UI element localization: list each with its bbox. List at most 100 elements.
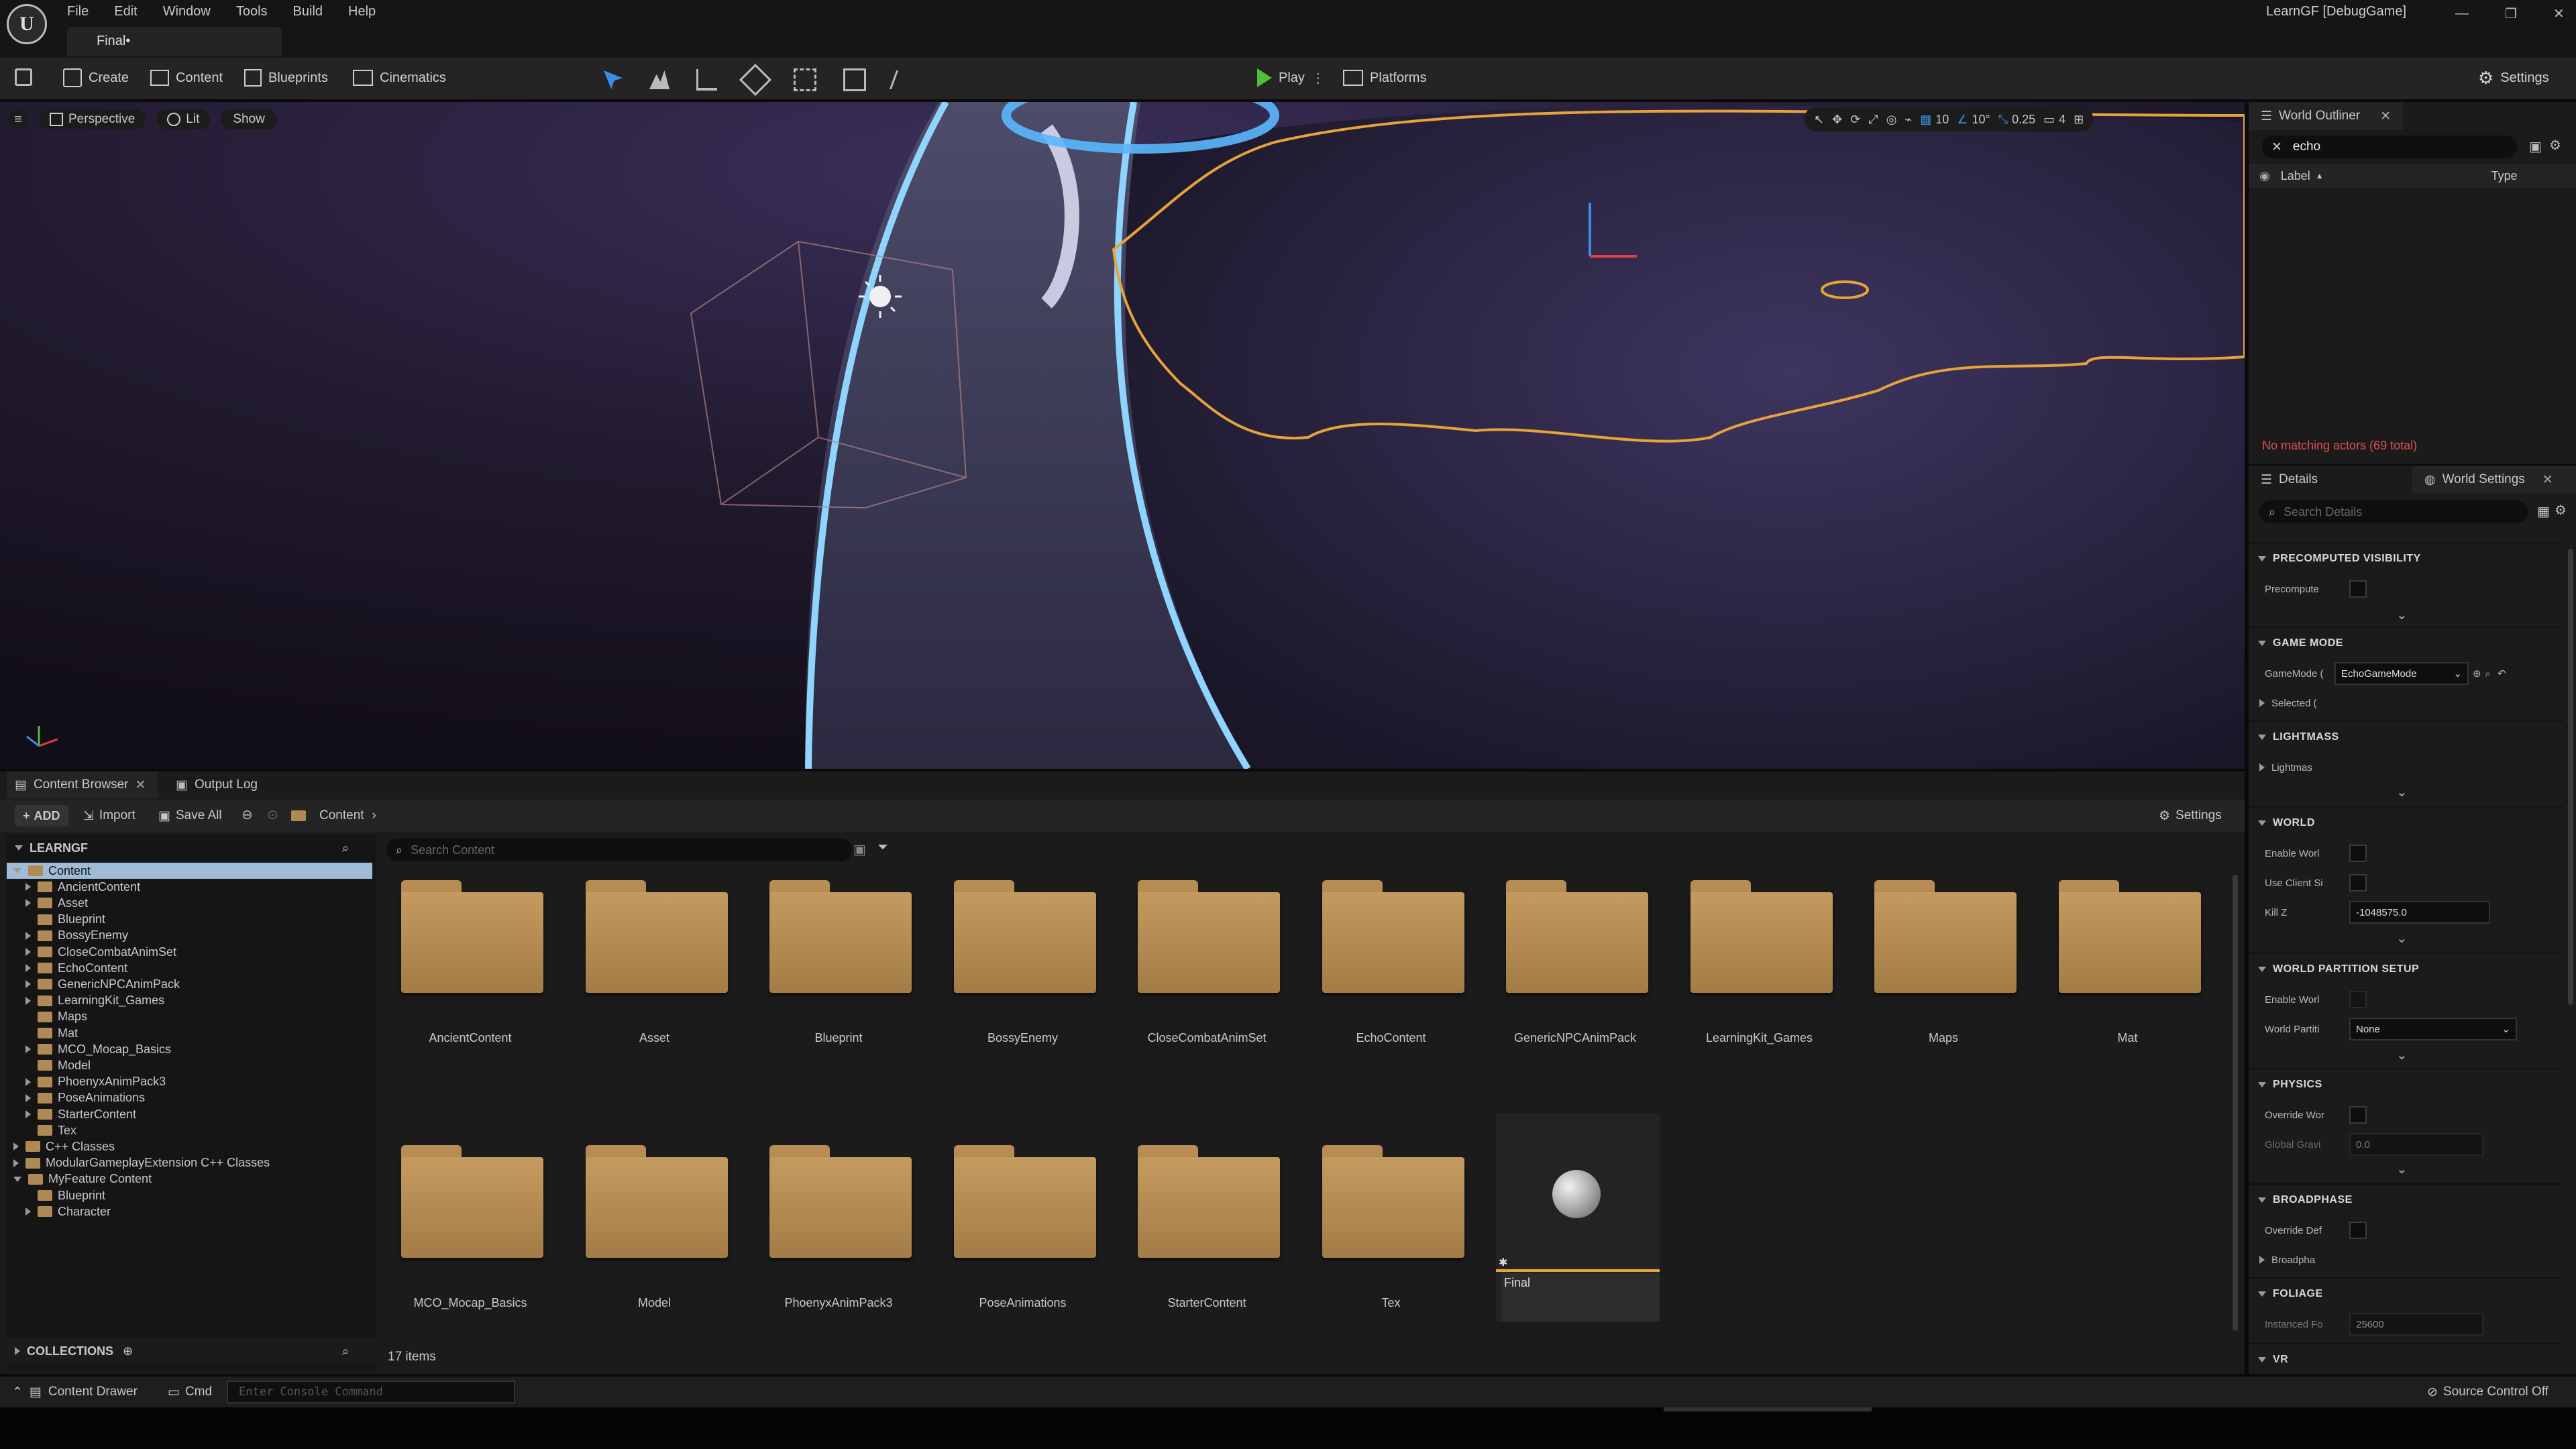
save-all-button[interactable]: ▣ Save All bbox=[158, 805, 222, 826]
section-world-partition[interactable]: WORLD PARTITION SETUP bbox=[2249, 953, 2563, 985]
reset-icon[interactable]: ↶ bbox=[2498, 667, 2506, 680]
expand-world-icon[interactable]: ⌄ bbox=[2396, 930, 2408, 947]
collapsed-arrow-icon[interactable] bbox=[13, 1142, 19, 1151]
path-breadcrumb[interactable]: Content › bbox=[291, 805, 376, 826]
menu-item-file[interactable]: File bbox=[67, 4, 89, 19]
outliner-search[interactable]: ✕ echo bbox=[2262, 136, 2517, 158]
content-browser-tab[interactable]: ▤ Content Browser ✕ bbox=[7, 771, 158, 798]
menu-item-window[interactable]: Window bbox=[163, 4, 211, 19]
details-search[interactable]: ⌕ Search Details bbox=[2259, 500, 2528, 523]
settings-button[interactable]: ⚙ Settings bbox=[2469, 60, 2559, 95]
collapsed-arrow-icon[interactable] bbox=[25, 1045, 31, 1054]
tree-item[interactable]: Blueprint bbox=[7, 1187, 372, 1203]
animation-mode-icon[interactable] bbox=[889, 70, 918, 89]
folder-asset[interactable]: Tex bbox=[1314, 1145, 1468, 1320]
outliner-tab[interactable]: ☰ World Outliner ✕ bbox=[2249, 102, 2403, 130]
tree-item[interactable]: Character bbox=[7, 1203, 372, 1220]
folder-asset[interactable]: Maps bbox=[1866, 880, 2021, 1055]
folder-asset[interactable]: MCO_Mocap_Basics bbox=[393, 1145, 547, 1320]
select-mode-icon[interactable] bbox=[604, 70, 623, 89]
history-forward-icon[interactable]: ⊙ bbox=[267, 806, 278, 823]
platforms-button[interactable]: Platforms bbox=[1334, 60, 1436, 95]
collapsed-arrow-icon[interactable] bbox=[25, 899, 31, 908]
map-asset-tile[interactable]: ✱ Final bbox=[1496, 1114, 1660, 1322]
save-filter-icon[interactable]: ▣ bbox=[2529, 138, 2542, 155]
find-icon[interactable]: ⌕ bbox=[2485, 668, 2491, 680]
minimize-icon[interactable]: — bbox=[2455, 6, 2469, 21]
collections-header[interactable]: COLLECTIONS ⊕ ⌕ bbox=[7, 1338, 376, 1364]
restore-icon[interactable]: ❐ bbox=[2505, 5, 2517, 22]
level-tab[interactable]: Final• bbox=[67, 27, 282, 56]
output-log-tab[interactable]: ▣ Output Log bbox=[168, 771, 258, 798]
folder-asset[interactable]: BossyEnemy bbox=[946, 880, 1100, 1055]
sources-header[interactable]: LEARNGF ⌕ bbox=[7, 835, 376, 861]
details-settings-icon[interactable]: ⚙ bbox=[2555, 502, 2567, 519]
close-icon[interactable]: ✕ bbox=[2553, 5, 2565, 22]
scale-snap[interactable]: ⤡ 0.25 bbox=[1998, 113, 2035, 127]
row-selected[interactable]: Selected ( bbox=[2249, 688, 2563, 718]
collections-search-icon[interactable]: ⌕ bbox=[342, 1344, 349, 1358]
play-button[interactable]: Play ⋮ bbox=[1248, 60, 1334, 95]
surface-snap-icon[interactable]: ⌁ bbox=[1904, 113, 1912, 127]
folder-asset[interactable]: CloseCombatAnimSet bbox=[1130, 880, 1284, 1055]
folder-asset[interactable]: Asset bbox=[578, 880, 732, 1055]
console-input[interactable]: Enter Console Command bbox=[227, 1381, 515, 1403]
folder-asset[interactable]: Mat bbox=[2051, 880, 2205, 1055]
use-client-checkbox[interactable] bbox=[2349, 874, 2367, 892]
rotation-snap[interactable]: ∠ 10° bbox=[1957, 113, 1990, 127]
folder-asset[interactable]: AncientContent bbox=[393, 880, 547, 1055]
tree-item[interactable]: StarterContent bbox=[7, 1106, 372, 1122]
collapsed-arrow-icon[interactable] bbox=[25, 964, 31, 973]
content-browser-close-icon[interactable]: ✕ bbox=[135, 777, 146, 793]
collapsed-arrow-icon[interactable] bbox=[25, 1093, 31, 1102]
tree-item[interactable]: Model bbox=[7, 1057, 372, 1073]
tree-item[interactable]: AncientContent bbox=[7, 879, 372, 895]
world-settings-tab[interactable]: ◍ World Settings ✕ bbox=[2412, 466, 2576, 494]
section-game-mode[interactable]: GAME MODE bbox=[2249, 627, 2563, 659]
section-vr[interactable]: VR bbox=[2249, 1343, 2563, 1374]
section-lightmass[interactable]: LIGHTMASS bbox=[2249, 720, 2563, 753]
override-world-checkbox[interactable] bbox=[2349, 1106, 2367, 1124]
folder-asset[interactable]: StarterContent bbox=[1130, 1145, 1284, 1320]
modeling-icon[interactable] bbox=[794, 68, 816, 91]
tree-item[interactable]: EchoContent bbox=[7, 960, 372, 976]
expanded-arrow-icon[interactable] bbox=[13, 868, 21, 873]
translate-icon[interactable]: ✥ bbox=[1832, 113, 1842, 127]
game-mode-select[interactable]: EchoGameMode ⌄ bbox=[2334, 662, 2469, 685]
cmd-button[interactable]: ▭ Cmd bbox=[168, 1382, 212, 1402]
menu-item-help[interactable]: Help bbox=[348, 4, 376, 19]
collapsed-arrow-icon[interactable] bbox=[25, 980, 31, 989]
collapsed-arrow-icon[interactable] bbox=[25, 1208, 31, 1216]
section-physics[interactable]: PHYSICS bbox=[2249, 1068, 2563, 1100]
override-def-checkbox[interactable] bbox=[2349, 1222, 2367, 1239]
level-viewport[interactable]: ≡ Perspective Lit Show ↖ ✥ ⟳ ⤢ ◎ ⌁ ▦ 10 ∠… bbox=[0, 102, 2245, 769]
content-search[interactable]: ⌕ Search Content bbox=[386, 839, 852, 861]
kill-z-input[interactable]: -1048575.0 bbox=[2349, 901, 2490, 924]
tree-item[interactable]: MCO_Mocap_Basics bbox=[7, 1041, 372, 1057]
tree-item[interactable]: PoseAnimations bbox=[7, 1090, 372, 1106]
filter-icon[interactable]: ⏷ bbox=[877, 840, 888, 855]
tree-item[interactable]: C++ Classes bbox=[7, 1138, 372, 1155]
expand-lightmass-icon[interactable]: ⌄ bbox=[2396, 784, 2408, 800]
tree-item[interactable]: LearningKit_Games bbox=[7, 993, 372, 1009]
collapsed-arrow-icon[interactable] bbox=[25, 1110, 31, 1118]
collapsed-arrow-icon[interactable] bbox=[25, 931, 31, 940]
tree-item[interactable]: Content bbox=[7, 863, 372, 879]
menu-item-edit[interactable]: Edit bbox=[114, 4, 137, 19]
tree-item[interactable]: Blueprint bbox=[7, 912, 372, 928]
tree-item[interactable]: Maps bbox=[7, 1009, 372, 1025]
collapsed-arrow-icon[interactable] bbox=[25, 883, 31, 892]
folder-asset[interactable]: Model bbox=[578, 1145, 732, 1320]
section-world[interactable]: WORLD bbox=[2249, 806, 2563, 839]
outliner-settings-icon[interactable]: ⚙ bbox=[2549, 137, 2561, 154]
world-settings-close-icon[interactable]: ✕ bbox=[2542, 472, 2553, 488]
expand-wp-icon[interactable]: ⌄ bbox=[2396, 1046, 2408, 1063]
gravity-input[interactable]: 0.0 bbox=[2349, 1133, 2483, 1156]
expanded-arrow-icon[interactable] bbox=[13, 1176, 21, 1182]
add-collection-icon[interactable]: ⊕ bbox=[123, 1344, 133, 1358]
tree-item[interactable]: PhoenyxAnimPack3 bbox=[7, 1074, 372, 1090]
enable-world-checkbox[interactable] bbox=[2349, 845, 2367, 862]
create-button[interactable]: Create bbox=[54, 60, 138, 95]
folder-asset[interactable]: PhoenyxAnimPack3 bbox=[761, 1145, 916, 1320]
blueprints-button[interactable]: Blueprints bbox=[235, 60, 337, 95]
